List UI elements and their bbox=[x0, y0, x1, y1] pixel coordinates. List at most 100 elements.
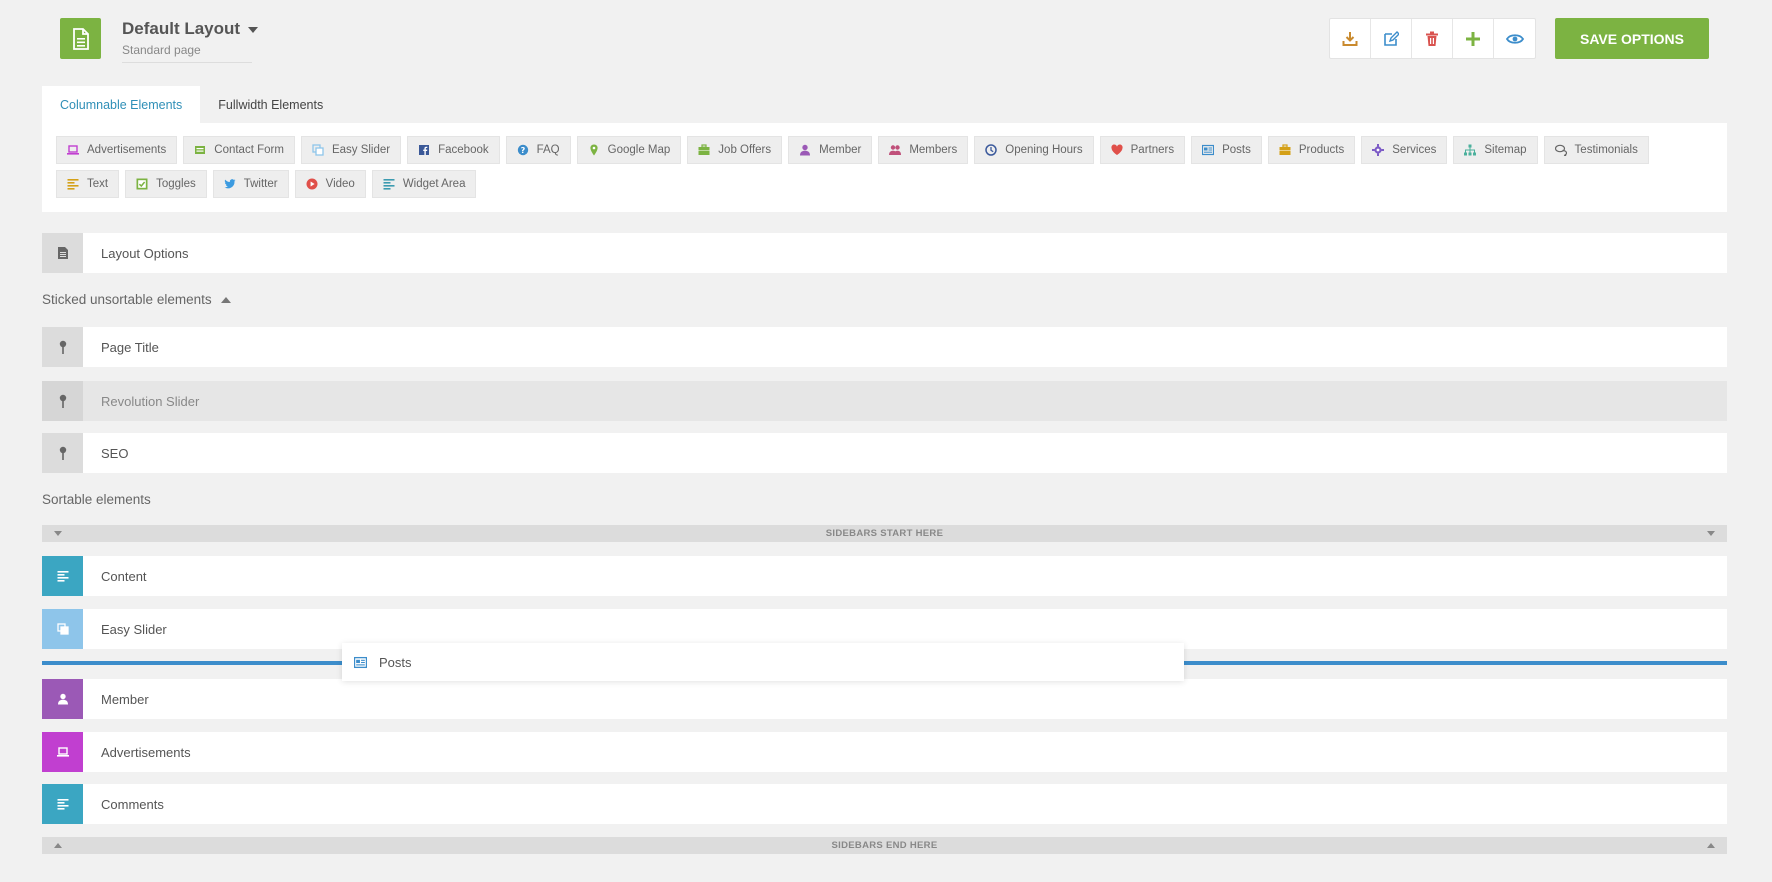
element-chip-members[interactable]: Members bbox=[878, 136, 969, 164]
element-chip-member[interactable]: Member bbox=[788, 136, 873, 164]
sortable-elements-title: Sortable elements bbox=[42, 492, 151, 507]
element-chip-label: Text bbox=[87, 178, 109, 190]
element-chip-label: Partners bbox=[1130, 144, 1175, 156]
edit-button[interactable] bbox=[1371, 19, 1412, 58]
element-chip-faq[interactable]: ? FAQ bbox=[505, 136, 571, 164]
element-chip-toggles[interactable]: Toggles bbox=[125, 170, 207, 198]
user-icon bbox=[42, 679, 83, 719]
element-chip-widget-area[interactable]: Widget Area bbox=[371, 170, 477, 198]
user-icon bbox=[799, 144, 811, 156]
sticked-elements-title: Sticked unsortable elements bbox=[42, 292, 212, 307]
preview-button[interactable] bbox=[1494, 19, 1535, 58]
align-left-icon bbox=[42, 556, 83, 596]
sortable-elements-heading: Sortable elements bbox=[42, 492, 151, 507]
tab-columnable-elements[interactable]: Columnable Elements bbox=[42, 86, 201, 123]
page-icon bbox=[60, 18, 101, 59]
element-chip-label: Facebook bbox=[438, 144, 489, 156]
clock-icon bbox=[985, 144, 998, 156]
copy-icon bbox=[42, 609, 83, 649]
users-icon bbox=[889, 144, 902, 156]
element-chip-sitemap[interactable]: Sitemap bbox=[1453, 136, 1538, 164]
chevron-down-icon[interactable] bbox=[1707, 531, 1715, 536]
element-chip-list: Advertisements Contact Form Easy Slider Fac… bbox=[56, 136, 1716, 198]
delete-button[interactable] bbox=[1412, 19, 1453, 58]
question-icon: ? bbox=[517, 144, 529, 156]
align-left-icon bbox=[67, 178, 79, 190]
layout-options-label: Layout Options bbox=[101, 245, 189, 261]
element-chip-label: Easy Slider bbox=[331, 144, 391, 156]
checkbox-icon bbox=[136, 178, 148, 190]
sticked-row-page-title[interactable]: Page Title bbox=[42, 327, 1727, 367]
briefcase-icon bbox=[1279, 144, 1291, 156]
element-chip-label: Member bbox=[819, 144, 862, 156]
align-left-icon bbox=[383, 178, 395, 190]
sortable-row-advertisements[interactable]: Advertisements bbox=[42, 732, 1727, 772]
element-chip-twitter[interactable]: Twitter bbox=[212, 170, 289, 198]
element-chip-job-offers[interactable]: Job Offers bbox=[687, 136, 783, 164]
element-chip-testimonials[interactable]: Testimonials bbox=[1543, 136, 1649, 164]
page-header: Default Layout Standard page SAVE OPTION… bbox=[0, 0, 1772, 80]
element-chip-label: Members bbox=[909, 144, 958, 156]
twitter-icon bbox=[224, 178, 236, 190]
sticked-row-seo[interactable]: SEO bbox=[42, 433, 1727, 473]
save-options-button[interactable]: SAVE OPTIONS bbox=[1555, 18, 1709, 59]
element-chip-opening-hours[interactable]: Opening Hours bbox=[974, 136, 1094, 164]
element-chip-label: Google Map bbox=[607, 144, 671, 156]
sticked-row-label: Revolution Slider bbox=[101, 393, 200, 409]
dragging-element-posts[interactable]: Posts bbox=[342, 643, 1184, 681]
edit-icon bbox=[1384, 30, 1399, 46]
element-chip-label: Sitemap bbox=[1484, 144, 1527, 156]
tab-fullwidth-elements[interactable]: Fullwidth Elements bbox=[200, 86, 341, 123]
pin-icon-box bbox=[42, 327, 83, 367]
element-chip-label: Testimonials bbox=[1574, 144, 1638, 156]
element-chip-label: Posts bbox=[1222, 144, 1251, 156]
pin-icon bbox=[59, 394, 66, 408]
sortable-row-content[interactable]: Content bbox=[42, 556, 1727, 596]
layout-selector[interactable]: Default Layout bbox=[122, 19, 259, 39]
chevron-up-icon[interactable] bbox=[1707, 843, 1715, 848]
download-button[interactable] bbox=[1330, 19, 1371, 58]
layout-subtitle: Standard page bbox=[122, 43, 252, 63]
element-chip-text[interactable]: Text bbox=[56, 170, 120, 198]
sticked-row-label: SEO bbox=[101, 445, 129, 461]
svg-text:?: ? bbox=[520, 146, 525, 155]
element-chip-services[interactable]: Services bbox=[1361, 136, 1448, 164]
sidebars-end-bar[interactable]: SIDEBARS END HERE bbox=[42, 837, 1727, 854]
element-chip-facebook[interactable]: Facebook bbox=[407, 136, 500, 164]
sortable-row-label: Easy Slider bbox=[101, 621, 167, 637]
element-chip-advertisements[interactable]: Advertisements bbox=[56, 136, 178, 164]
chevron-down-icon[interactable] bbox=[54, 531, 62, 536]
element-chip-google-map[interactable]: Google Map bbox=[576, 136, 682, 164]
element-chip-contact-form[interactable]: Contact Form bbox=[183, 136, 295, 164]
sidebars-start-bar[interactable]: SIDEBARS START HERE bbox=[42, 525, 1727, 542]
element-chip-easy-slider[interactable]: Easy Slider bbox=[300, 136, 402, 164]
play-icon bbox=[306, 178, 318, 190]
element-chip-label: Contact Form bbox=[214, 144, 284, 156]
envelope-icon bbox=[194, 144, 206, 156]
layout-options-icon-box bbox=[42, 233, 83, 273]
document-icon bbox=[57, 247, 68, 259]
laptop-icon bbox=[42, 732, 83, 772]
dragging-element-label: Posts bbox=[379, 654, 412, 670]
element-chip-products[interactable]: Products bbox=[1267, 136, 1356, 164]
chevron-down-icon bbox=[248, 27, 259, 33]
layout-options-row[interactable]: Layout Options bbox=[42, 233, 1727, 273]
facebook-icon bbox=[418, 144, 430, 156]
elements-panel: Advertisements Contact Form Easy Slider Fac… bbox=[42, 123, 1727, 212]
pin-icon bbox=[59, 446, 66, 460]
sortable-row-member[interactable]: Member bbox=[42, 679, 1727, 719]
toolbar bbox=[1329, 18, 1536, 59]
element-chip-label: Advertisements bbox=[87, 144, 167, 156]
comments-icon bbox=[1554, 144, 1567, 156]
add-button[interactable] bbox=[1453, 19, 1494, 58]
element-chip-label: Twitter bbox=[243, 178, 278, 190]
element-chip-posts[interactable]: Posts bbox=[1191, 136, 1262, 164]
sortable-row-comments[interactable]: Comments bbox=[42, 784, 1727, 824]
eye-icon bbox=[1505, 33, 1524, 44]
chevron-up-icon[interactable] bbox=[54, 843, 62, 848]
element-chip-video[interactable]: Video bbox=[294, 170, 366, 198]
element-chip-partners[interactable]: Partners bbox=[1099, 136, 1186, 164]
layout-title: Default Layout bbox=[122, 19, 241, 38]
sticked-row-revolution-slider[interactable]: Revolution Slider bbox=[42, 381, 1727, 421]
sticked-elements-heading[interactable]: Sticked unsortable elements bbox=[42, 292, 231, 307]
